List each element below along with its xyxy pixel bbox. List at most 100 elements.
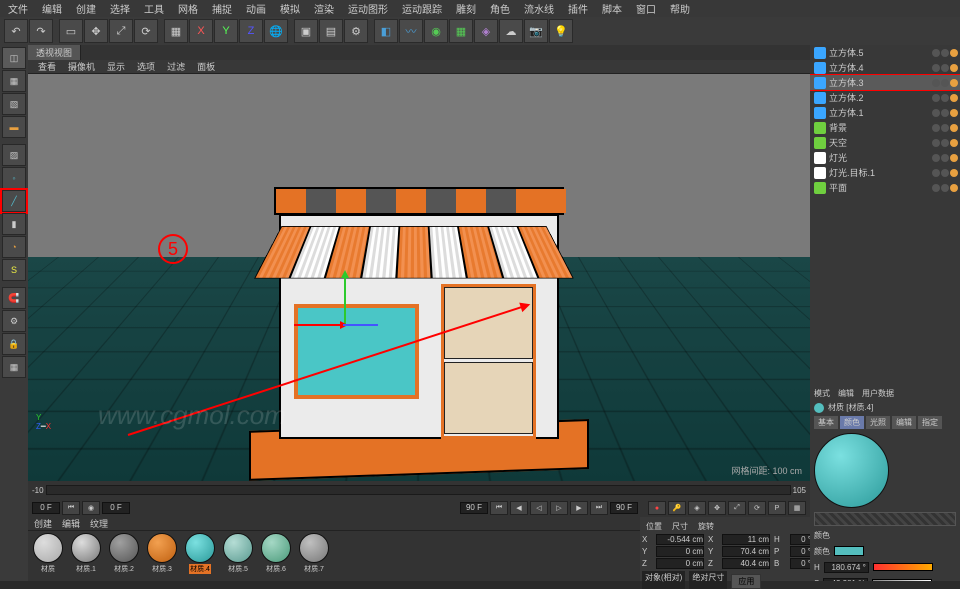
light-icon[interactable]: 💡 — [549, 19, 573, 43]
end-frame-field[interactable]: 90 F — [460, 502, 488, 514]
polygon-mode-icon[interactable]: ▮ — [2, 213, 26, 235]
size-mode-label[interactable]: 绝对尺寸 — [689, 571, 727, 589]
vpmenu-item[interactable]: 摄像机 — [68, 60, 95, 73]
mat-mgr-tab[interactable]: 编辑 — [62, 517, 80, 530]
record-icon[interactable]: ● — [648, 501, 666, 515]
object-row[interactable]: 灯光.目标.1 — [810, 165, 960, 180]
menu-雕刻[interactable]: 雕刻 — [456, 1, 476, 16]
menu-运动图形[interactable]: 运动图形 — [348, 1, 388, 16]
redo-icon[interactable]: ↷ — [29, 19, 53, 43]
menu-工具[interactable]: 工具 — [144, 1, 164, 16]
lock-icon[interactable]: 🔒 — [2, 333, 26, 355]
vpmenu-item[interactable]: 过滤 — [167, 60, 185, 73]
generator-icon[interactable]: ▦ — [449, 19, 473, 43]
material-swatch[interactable]: 材质.7 — [296, 533, 332, 579]
object-row[interactable]: 立方体.3 — [810, 75, 960, 90]
rotate-icon[interactable]: ⟳ — [134, 19, 158, 43]
model-mode-icon[interactable]: ▦ — [2, 70, 26, 92]
attr-subtab[interactable]: 指定 — [918, 416, 942, 429]
object-row[interactable]: 立方体.4 — [810, 60, 960, 75]
gizmo-y-axis[interactable] — [344, 274, 346, 324]
attr-subtab[interactable]: 基本 — [814, 416, 838, 429]
mat-mgr-tab[interactable]: 创建 — [34, 517, 52, 530]
hue-gradient[interactable] — [873, 563, 933, 571]
workplane-icon[interactable]: ▬ — [2, 116, 26, 138]
environment-icon[interactable]: ☁ — [499, 19, 523, 43]
vpmenu-item[interactable]: 选项 — [137, 60, 155, 73]
hue-field[interactable]: 180.674 ° — [824, 562, 869, 573]
object-row[interactable]: 平面 — [810, 180, 960, 195]
toggle-icon[interactable]: ◉ — [82, 501, 100, 515]
scale-icon[interactable]: ⤢ — [109, 19, 133, 43]
menu-脚本[interactable]: 脚本 — [602, 1, 622, 16]
menu-模拟[interactable]: 模拟 — [280, 1, 300, 16]
vpmenu-item[interactable]: 面板 — [197, 60, 215, 73]
attr-subtab[interactable]: 编辑 — [892, 416, 916, 429]
enable-snap-icon[interactable]: 🧲 — [2, 287, 26, 309]
b-rot-field[interactable] — [790, 558, 812, 569]
tweak-icon[interactable]: ◔ — [2, 236, 26, 258]
attr-subtab[interactable]: 光照 — [866, 416, 890, 429]
material-swatch[interactable]: 材质.6 — [258, 533, 294, 579]
main-menubar[interactable]: 文件编辑创建选择工具网格捕捉动画模拟渲染运动图形运动跟踪雕刻角色流水线插件脚本窗… — [0, 0, 960, 17]
coord-mode-label[interactable]: 对象(相对) — [642, 571, 685, 589]
vpmenu-item[interactable]: 显示 — [107, 60, 125, 73]
go-start-icon[interactable]: ⏮ — [62, 501, 80, 515]
last-tool-icon[interactable]: ▦ — [164, 19, 188, 43]
menu-动画[interactable]: 动画 — [246, 1, 266, 16]
object-row[interactable]: 立方体.2 — [810, 90, 960, 105]
make-editable-icon[interactable]: ◫ — [2, 47, 26, 69]
object-row[interactable]: 背景 — [810, 120, 960, 135]
menu-窗口[interactable]: 窗口 — [636, 1, 656, 16]
next-key-icon[interactable]: ⏭ — [590, 501, 608, 515]
apply-button[interactable]: 应用 — [731, 574, 761, 589]
menu-帮助[interactable]: 帮助 — [670, 1, 690, 16]
x-pos-field[interactable] — [656, 534, 704, 545]
pla-key-icon[interactable]: ▦ — [788, 501, 806, 515]
play-fwd-icon[interactable]: ▷ — [550, 501, 568, 515]
material-manager-tabs[interactable]: 创建编辑纹理 — [28, 517, 640, 531]
play-back-icon[interactable]: ◁ — [530, 501, 548, 515]
render-settings-icon[interactable]: ⚙ — [344, 19, 368, 43]
material-swatch[interactable]: 材质.3 — [144, 533, 180, 579]
range-start-field[interactable]: 0 F — [32, 502, 60, 514]
keyframe-sel-icon[interactable]: ◈ — [688, 501, 706, 515]
y-size-field[interactable] — [722, 546, 770, 557]
live-select-icon[interactable]: ▭ — [59, 19, 83, 43]
viewport-tab[interactable]: 透视视图 — [28, 45, 81, 60]
object-row[interactable]: 立方体.1 — [810, 105, 960, 120]
coord-sys-icon[interactable]: 🌐 — [264, 19, 288, 43]
menu-插件[interactable]: 插件 — [568, 1, 588, 16]
material-swatch[interactable]: 材质.4 — [182, 533, 218, 579]
step-back-icon[interactable]: ◀ — [510, 501, 528, 515]
menu-捕捉[interactable]: 捕捉 — [212, 1, 232, 16]
viewport-solo-icon[interactable]: ▦ — [2, 356, 26, 378]
prev-key-icon[interactable]: ⏮ — [490, 501, 508, 515]
menu-网格[interactable]: 网格 — [178, 1, 198, 16]
object-row[interactable]: 天空 — [810, 135, 960, 150]
y-pos-field[interactable] — [656, 546, 704, 557]
gizmo-z-axis[interactable] — [343, 324, 378, 326]
object-row[interactable]: 灯光 — [810, 150, 960, 165]
h-rot-field[interactable] — [790, 534, 812, 545]
snap-settings-icon[interactable]: ⚙ — [2, 310, 26, 332]
lock-z-icon[interactable]: Z — [239, 19, 263, 43]
pos-key-icon[interactable]: ✥ — [708, 501, 726, 515]
step-fwd-icon[interactable]: ▶ — [570, 501, 588, 515]
attr-subtab[interactable]: 颜色 — [840, 416, 864, 429]
current-frame-field[interactable]: 0 F — [102, 502, 130, 514]
z-pos-field[interactable] — [656, 558, 704, 569]
z-size-field[interactable] — [722, 558, 770, 569]
render-region-icon[interactable]: ▤ — [319, 19, 343, 43]
material-swatch[interactable]: 材质 — [30, 533, 66, 579]
material-swatch[interactable]: 材质.5 — [220, 533, 256, 579]
menu-流水线[interactable]: 流水线 — [524, 1, 554, 16]
point-mode-icon[interactable]: ◦ — [2, 167, 26, 189]
menu-文件[interactable]: 文件 — [8, 1, 28, 16]
range-end-field[interactable]: 90 F — [610, 502, 638, 514]
menu-选择[interactable]: 选择 — [110, 1, 130, 16]
menu-创建[interactable]: 创建 — [76, 1, 96, 16]
edge-mode-icon[interactable]: ╱ — [2, 190, 26, 212]
color-swatch[interactable] — [834, 546, 864, 556]
perspective-viewport[interactable]: 5 YZ━X 网格间距: 100 cm www.cgmol.com — [28, 74, 810, 481]
